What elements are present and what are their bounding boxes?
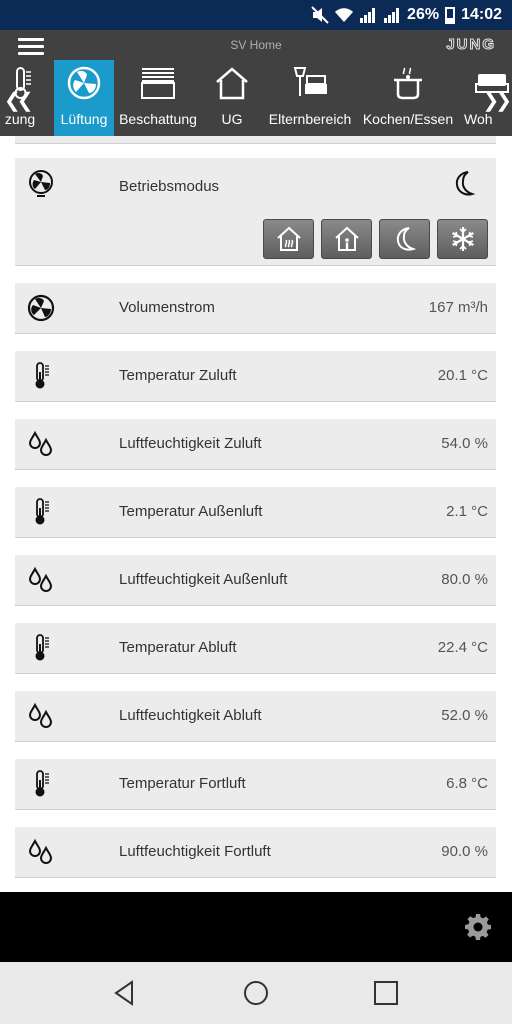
row-value: 2.1 °C <box>446 503 488 520</box>
table-row: Temperatur Außenluft 2.1 °C <box>15 487 496 538</box>
house-heat-icon <box>276 226 301 251</box>
thermometer-icon <box>35 634 49 661</box>
table-row: Luftfeuchtigkeit Abluft 52.0 % <box>15 691 496 742</box>
moon-icon <box>396 227 416 251</box>
fan-icon <box>27 294 55 322</box>
signal-icon <box>360 8 376 23</box>
row-value: 22.4 °C <box>437 639 488 656</box>
row-value: 90.0 % <box>441 843 488 860</box>
droplets-icon <box>28 702 53 728</box>
bed-lamp-icon <box>293 67 327 96</box>
house-person-icon <box>334 226 359 251</box>
row-value: 80.0 % <box>441 571 488 588</box>
thermometer-icon <box>35 362 49 389</box>
thermometer-icon <box>35 498 49 525</box>
home-icon[interactable] <box>241 978 271 1008</box>
wifi-icon <box>335 8 354 22</box>
mode-button-night[interactable] <box>379 219 430 259</box>
row-label: Luftfeuchtigkeit Außenluft <box>119 571 288 588</box>
row-value: 54.0 % <box>441 435 488 452</box>
house-icon <box>216 67 248 100</box>
row-value: 6.8 °C <box>446 775 488 792</box>
table-row: Temperatur Fortluft 6.8 °C <box>15 759 496 810</box>
scroll-right-icon[interactable]: ❯❯ <box>482 88 511 113</box>
brand-logo: JUNG <box>446 36 496 54</box>
mode-button-home-heat[interactable] <box>263 219 314 259</box>
app-title: SV Home <box>230 38 282 52</box>
row-label: Volumenstrom <box>119 299 215 316</box>
row-value: 20.1 °C <box>437 367 488 384</box>
cooking-pot-icon <box>394 67 422 100</box>
scroll-left-icon[interactable]: ❮❮ <box>4 88 33 113</box>
row-label: Luftfeuchtigkeit Zuluft <box>119 435 262 452</box>
snowflake-icon <box>451 227 474 251</box>
fan-mode-icon <box>29 170 53 197</box>
recents-icon[interactable] <box>371 978 401 1008</box>
back-icon[interactable] <box>110 978 140 1008</box>
clock: 14:02 <box>461 6 502 23</box>
bottom-bar <box>0 892 512 962</box>
tab-elternbereich[interactable]: Elternbereich <box>262 60 358 136</box>
row-label: Luftfeuchtigkeit Abluft <box>119 707 262 724</box>
system-nav-bar <box>0 962 512 1024</box>
table-row: Luftfeuchtigkeit Außenluft 80.0 % <box>15 555 496 606</box>
operating-mode-card: Betriebsmodus <box>15 158 496 266</box>
mode-button-frost[interactable] <box>437 219 488 259</box>
moon-icon <box>455 171 476 196</box>
row-label: Temperatur Zuluft <box>119 367 237 384</box>
tab-ug[interactable]: UG <box>208 60 256 136</box>
table-row: Temperatur Abluft 22.4 °C <box>15 623 496 674</box>
table-row: Volumenstrom 167 m³/h <box>15 283 496 334</box>
table-row: Luftfeuchtigkeit Zuluft 54.0 % <box>15 419 496 470</box>
battery-icon <box>445 6 456 24</box>
table-row: Luftfeuchtigkeit Fortluft 90.0 % <box>15 827 496 878</box>
droplets-icon <box>28 430 53 456</box>
row-label: Temperatur Fortluft <box>119 775 246 792</box>
thermometer-icon <box>35 770 49 797</box>
signal-icon-2 <box>384 8 400 23</box>
tab-kochen-essen[interactable]: Kochen/Essen <box>360 60 456 136</box>
room-tab-bar[interactable]: zung Lüftung Beschattung UG Elternbereic… <box>0 60 512 136</box>
droplets-icon <box>28 838 53 864</box>
status-icons: 26% 14:02 <box>311 0 502 30</box>
previous-card-edge <box>15 136 496 144</box>
row-label: Temperatur Außenluft <box>119 503 263 520</box>
row-value: 167 m³/h <box>428 299 488 316</box>
status-bar: 26% 14:02 <box>0 0 512 30</box>
tab-beschattung[interactable]: Beschattung <box>114 60 202 136</box>
blinds-icon <box>141 68 175 99</box>
tab-lueftung[interactable]: Lüftung <box>54 60 114 136</box>
mute-icon <box>311 6 329 24</box>
main-content[interactable]: Betriebsmodus Volumenstrom 167 m³/h Temp… <box>0 136 512 892</box>
row-label: Luftfeuchtigkeit Fortluft <box>119 843 271 860</box>
battery-percent: 26% <box>407 6 440 23</box>
gear-icon[interactable] <box>464 913 492 941</box>
droplets-icon <box>28 566 53 592</box>
mode-buttons <box>263 219 488 259</box>
app-bar: SV Home JUNG <box>0 30 512 60</box>
fan-icon <box>67 66 101 100</box>
row-label: Temperatur Abluft <box>119 639 237 656</box>
mode-label: Betriebsmodus <box>119 178 220 195</box>
table-row: Temperatur Zuluft 20.1 °C <box>15 351 496 402</box>
mode-button-home[interactable] <box>321 219 372 259</box>
row-value: 52.0 % <box>441 707 488 724</box>
